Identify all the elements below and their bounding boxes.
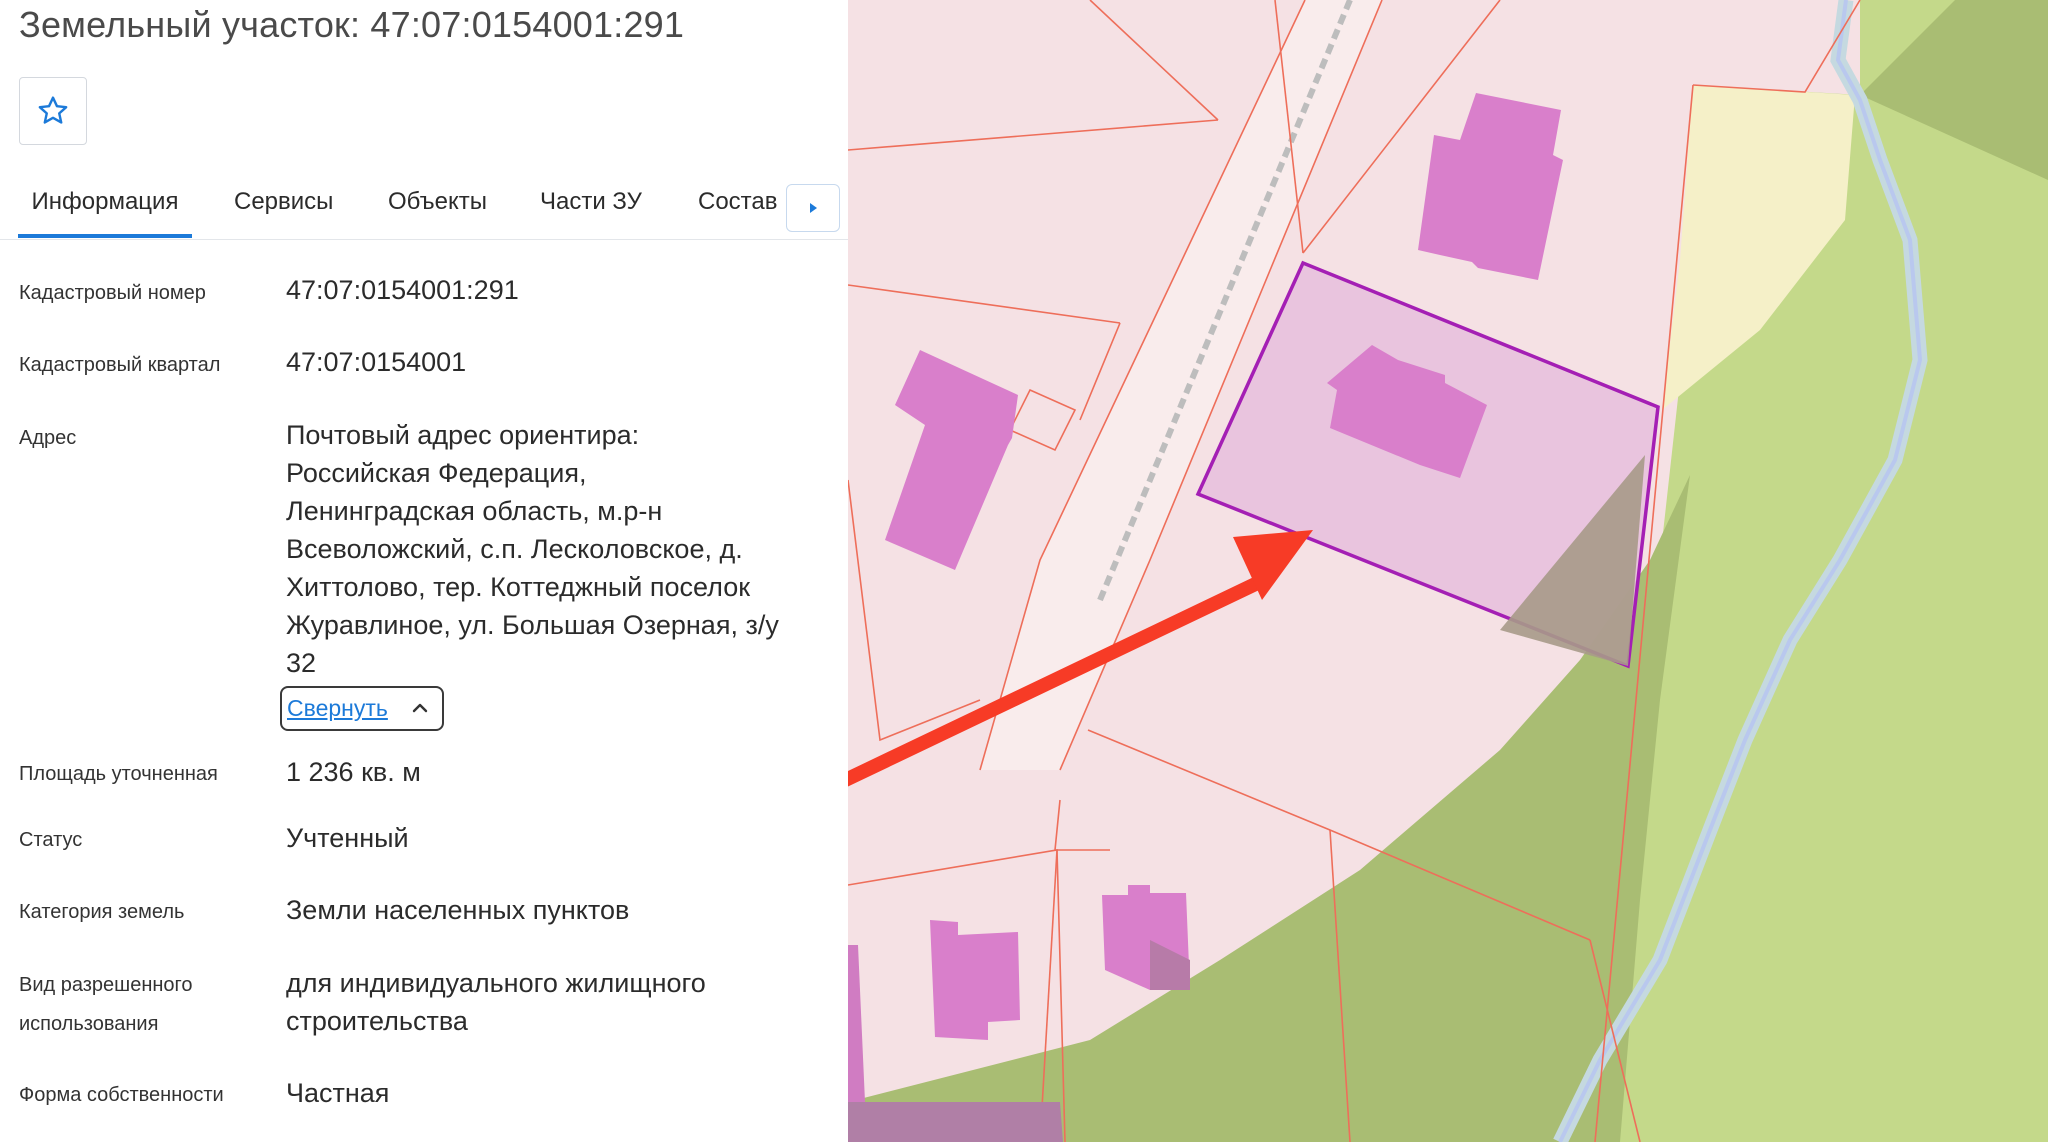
tabs-next-button[interactable] [786,184,840,232]
land-category-value: Земли населенных пунктов [286,895,630,925]
address-line: Хиттолово, тер. Коттеджный поселок [286,572,751,602]
tab-information[interactable]: Информация [18,188,192,238]
permitted-use-value-line: строительства [286,1006,468,1036]
tab-parts[interactable]: Части ЗУ [540,188,642,238]
star-outline-icon [38,96,68,124]
cadastral-map[interactable] [848,0,2048,1142]
cadastral-number-value: 47:07:0154001:291 [286,275,519,305]
address-line: Всеволожский, с.п. Лесколовское, д. [286,534,743,564]
chevron-up-icon [412,703,428,713]
tab-bar: Информация Сервисы Объекты Части ЗУ Сост… [0,178,848,240]
address-line: Российская Федерация, [286,458,587,488]
caret-right-icon [810,203,817,213]
page-title: Земельный участок: 47:07:0154001:291 [19,4,685,45]
cadastral-quarter-label: Кадастровый квартал [19,354,221,376]
address-value: Почтовый адрес ориентира: Российская Фед… [286,416,779,682]
permitted-use-value-line: для индивидуального жилищного [286,968,706,998]
tab-objects[interactable]: Объекты [388,188,487,238]
permitted-use-label: Вид разрешенного использования [19,966,193,1044]
collapse-label: Свернуть [287,695,388,721]
cadastral-number-label: Кадастровый номер [19,282,206,304]
permitted-use-label-line: Вид разрешенного [19,974,193,996]
address-label: Адрес [19,427,77,449]
info-panel: Земельный участок: 47:07:0154001:291 Инф… [0,0,848,1142]
area-label: Площадь уточненная [19,763,218,785]
tab-composition[interactable]: Состав [698,188,778,238]
ownership-value: Частная [286,1078,390,1108]
status-label: Статус [19,829,83,851]
tab-services[interactable]: Сервисы [234,188,333,238]
status-value: Учтенный [286,823,409,853]
area-value: 1 236 кв. м [286,757,421,787]
land-category-label: Категория земель [19,901,185,923]
address-line: Журавлиное, ул. Большая Озерная, з/у [286,610,779,640]
address-line: 32 [286,648,317,678]
building-shaded [848,1102,1063,1142]
cadastral-quarter-value: 47:07:0154001 [286,347,467,377]
permitted-use-value: для индивидуального жилищного строительс… [286,964,706,1040]
favorite-button[interactable] [19,77,87,145]
permitted-use-label-line: использования [19,1013,159,1035]
collapse-address-button[interactable]: Свернуть [280,686,444,731]
address-line: Почтовый адрес ориентира: [286,420,640,450]
ownership-label: Форма собственности [19,1084,224,1106]
address-line: Ленинградская область, м.р-н [286,496,663,526]
